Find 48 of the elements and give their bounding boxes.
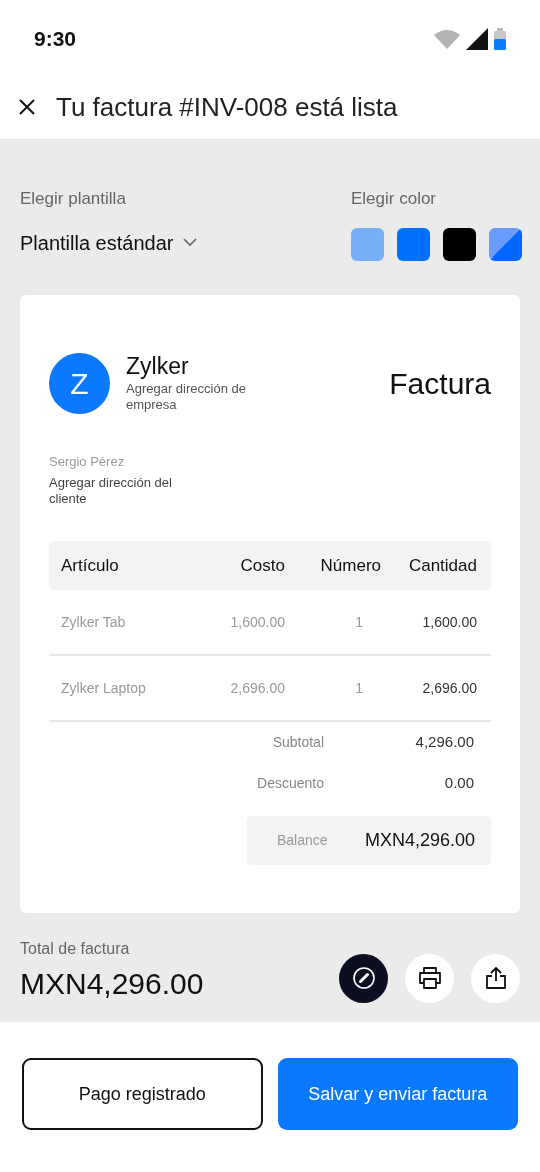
column-header: Artículo [61, 554, 120, 577]
customer-address: Agregar dirección del cliente [49, 475, 173, 507]
summary-label: Subtotal [271, 733, 324, 752]
summary-value: 4,296.00 [414, 732, 474, 753]
summary-value: 0.00 [443, 773, 474, 794]
edit-icon [351, 966, 376, 990]
table-cell-text: Zylker Tab [61, 612, 127, 632]
total-label: Total de factura [20, 938, 131, 959]
color-swatch[interactable] [397, 227, 430, 261]
color-swatch[interactable] [443, 227, 476, 261]
record-payment-button[interactable]: Pago registrado [22, 1058, 263, 1130]
balance-label: Balance [277, 831, 328, 850]
company-address: Agregar dirección de empresa [126, 380, 247, 413]
chevron-down-icon [183, 238, 198, 247]
table-cell-text: 1,600.00 [421, 612, 477, 632]
battery-icon [494, 27, 506, 50]
page-title: Tu factura #INV-008 está lista [56, 90, 398, 124]
table-cell-text: Zylker Laptop [61, 678, 147, 698]
color-swatch[interactable] [351, 227, 384, 261]
table-cell-text: 1,600.00 [229, 612, 285, 632]
table-cell-text: 1 [354, 678, 364, 698]
company-logo: Z [49, 352, 110, 414]
signal-icon [466, 27, 488, 50]
wifi-icon [434, 28, 460, 49]
template-dropdown[interactable]: Plantilla estándar [20, 227, 198, 258]
table-cell-text: 2,696.00 [229, 678, 285, 698]
close-icon[interactable] [18, 98, 36, 116]
print-icon [416, 966, 443, 990]
customer-name: Sergio Pérez [49, 452, 126, 471]
invoice-title: Factura [389, 365, 491, 402]
share-button[interactable] [471, 953, 520, 1003]
color-swatch[interactable] [489, 227, 522, 261]
template-label: Elegir plantilla [20, 188, 127, 210]
table-cell-text: 1 [354, 612, 364, 632]
color-label: Elegir color [351, 188, 438, 210]
table-cell-text: 2,696.00 [421, 678, 477, 698]
column-header: Número [319, 554, 381, 577]
summary-label: Descuento [256, 774, 324, 793]
total-value: MXN4,296.00 [20, 965, 204, 1002]
share-icon [484, 966, 507, 990]
column-header: Costo [239, 554, 285, 577]
balance-value: MXN4,296.00 [364, 829, 475, 852]
column-header: Cantidad [407, 554, 477, 577]
print-button[interactable] [405, 953, 454, 1003]
status-time: 9:30 [34, 25, 77, 52]
edit-button[interactable] [339, 953, 388, 1003]
company-name: Zylker [126, 352, 190, 379]
save-and-send-button[interactable]: Salvar y enviar factura [277, 1058, 518, 1130]
